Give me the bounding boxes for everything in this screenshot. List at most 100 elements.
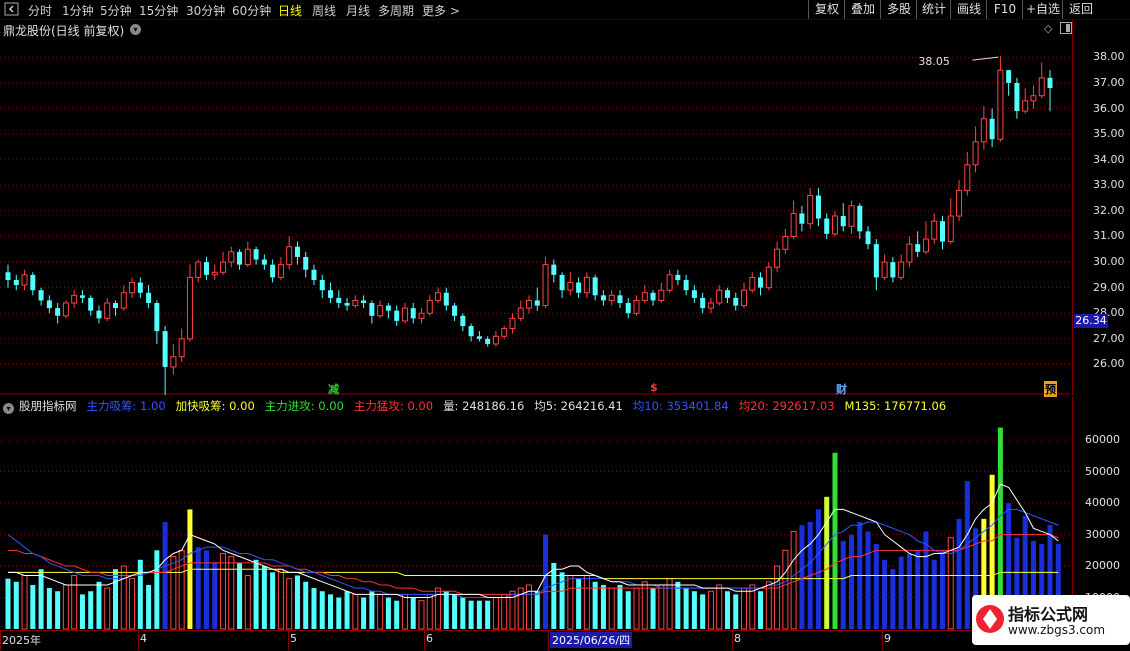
volume-bar <box>915 550 921 629</box>
candle <box>700 292 706 314</box>
candle <box>1014 77 1020 119</box>
toolbar-button-2[interactable]: 多股 <box>880 0 917 19</box>
tab-period-2[interactable]: 5分钟 <box>100 2 132 19</box>
candle-body <box>162 331 168 367</box>
tab-period-9[interactable]: 多周期 <box>378 2 414 19</box>
toolbar-button-3[interactable]: 统计 <box>916 0 951 19</box>
candle-body <box>1022 100 1029 112</box>
candle-body <box>303 256 309 270</box>
candle-body <box>178 338 185 358</box>
candle <box>815 187 821 227</box>
candle <box>707 297 714 314</box>
tab-period-5[interactable]: 60分钟 <box>232 2 271 19</box>
volume-bar <box>104 587 111 630</box>
event-tag-3[interactable]: 预 <box>1044 381 1057 397</box>
tab-period-7[interactable]: 周线 <box>312 2 336 19</box>
candlestick-chart[interactable]: 38.0524.38 <box>0 20 1070 395</box>
candle-body <box>666 274 673 291</box>
candle-body <box>799 213 805 224</box>
date-tick <box>882 631 883 650</box>
tab-period-0[interactable]: 分时 <box>28 2 52 19</box>
toolbar-button-7[interactable]: 返回 <box>1062 0 1099 19</box>
event-tag-1[interactable]: $ <box>650 381 658 394</box>
volume-bar <box>344 591 350 629</box>
candle-body <box>915 244 921 252</box>
candle <box>749 272 756 293</box>
candle <box>1030 85 1037 109</box>
candle-body <box>468 326 474 337</box>
candle <box>294 241 300 265</box>
toolbar-button-0[interactable]: 复权 <box>808 0 845 19</box>
candle-body <box>551 264 557 275</box>
volume-bar <box>782 549 789 630</box>
volume-bar <box>641 581 648 630</box>
tab-period-4[interactable]: 30分钟 <box>186 2 225 19</box>
candle <box>608 290 615 306</box>
candle <box>311 264 317 286</box>
volume-bar <box>220 552 227 630</box>
volume-indicator-chart[interactable] <box>0 397 1070 630</box>
event-tag-0[interactable]: 减 <box>328 381 339 397</box>
toolbar-button-6[interactable]: +自选 <box>1022 0 1063 19</box>
volume-bar <box>319 591 325 629</box>
tab-period-3[interactable]: 15分钟 <box>139 2 178 19</box>
candle-body <box>410 308 416 319</box>
candle-body <box>1014 82 1020 112</box>
candle-body <box>377 305 384 317</box>
toolbar-button-1[interactable]: 叠加 <box>844 0 881 19</box>
candle <box>857 203 863 240</box>
candle-body <box>113 303 119 309</box>
candle <box>344 297 350 311</box>
candle-body <box>71 294 78 304</box>
candle <box>435 287 442 303</box>
candle <box>426 295 433 316</box>
volume-tick-label: 50000 <box>1085 464 1120 478</box>
back-icon[interactable] <box>4 2 26 17</box>
candle-body <box>691 290 697 298</box>
volume-bar <box>385 597 391 629</box>
candle <box>96 305 102 324</box>
volume-bar <box>460 597 466 629</box>
candle-body <box>401 307 408 322</box>
volume-bar <box>501 593 508 630</box>
candle-body <box>873 244 879 278</box>
tab-period-8[interactable]: 月线 <box>346 2 370 19</box>
candle-body <box>840 216 846 227</box>
volume-bar <box>13 581 19 629</box>
volume-bar <box>244 575 251 630</box>
candle-body <box>906 243 913 263</box>
toolbar-button-5[interactable]: F10 <box>986 0 1023 19</box>
candle-body <box>881 261 888 278</box>
volume-bar <box>195 547 201 629</box>
price-tick-label: 32.00 <box>1093 203 1125 217</box>
date-label-4: 2025/06/26/四 <box>550 632 633 648</box>
watermark-logo: 指标公式网 www.zbgs3.com <box>972 595 1130 645</box>
candle <box>30 272 36 296</box>
volume-bar <box>38 569 44 629</box>
volume-bar <box>55 591 61 629</box>
tab-period-10[interactable]: 更多 > <box>422 2 460 19</box>
candle-body <box>857 205 863 232</box>
candle <box>129 277 136 298</box>
candle <box>666 269 673 293</box>
tab-period-6[interactable]: 日线 <box>278 2 302 19</box>
candle <box>220 251 227 275</box>
volume-bar <box>898 556 904 629</box>
event-tag-2[interactable]: 财 <box>836 381 847 397</box>
candle <box>733 292 739 311</box>
candle <box>286 236 293 270</box>
price-tick-label: 31.00 <box>1093 229 1125 243</box>
candle-body <box>244 248 251 266</box>
candle <box>980 105 987 150</box>
candle-body <box>749 276 756 291</box>
volume-bar <box>71 575 78 630</box>
tab-period-1[interactable]: 1分钟 <box>62 2 94 19</box>
candle-body <box>361 300 367 303</box>
candle-body <box>790 212 797 237</box>
candle <box>170 343 177 375</box>
candle <box>352 295 359 309</box>
toolbar-button-4[interactable]: 画线 <box>950 0 987 19</box>
volume-bar <box>733 594 739 629</box>
candle-body <box>452 305 458 316</box>
candle <box>1047 70 1053 112</box>
